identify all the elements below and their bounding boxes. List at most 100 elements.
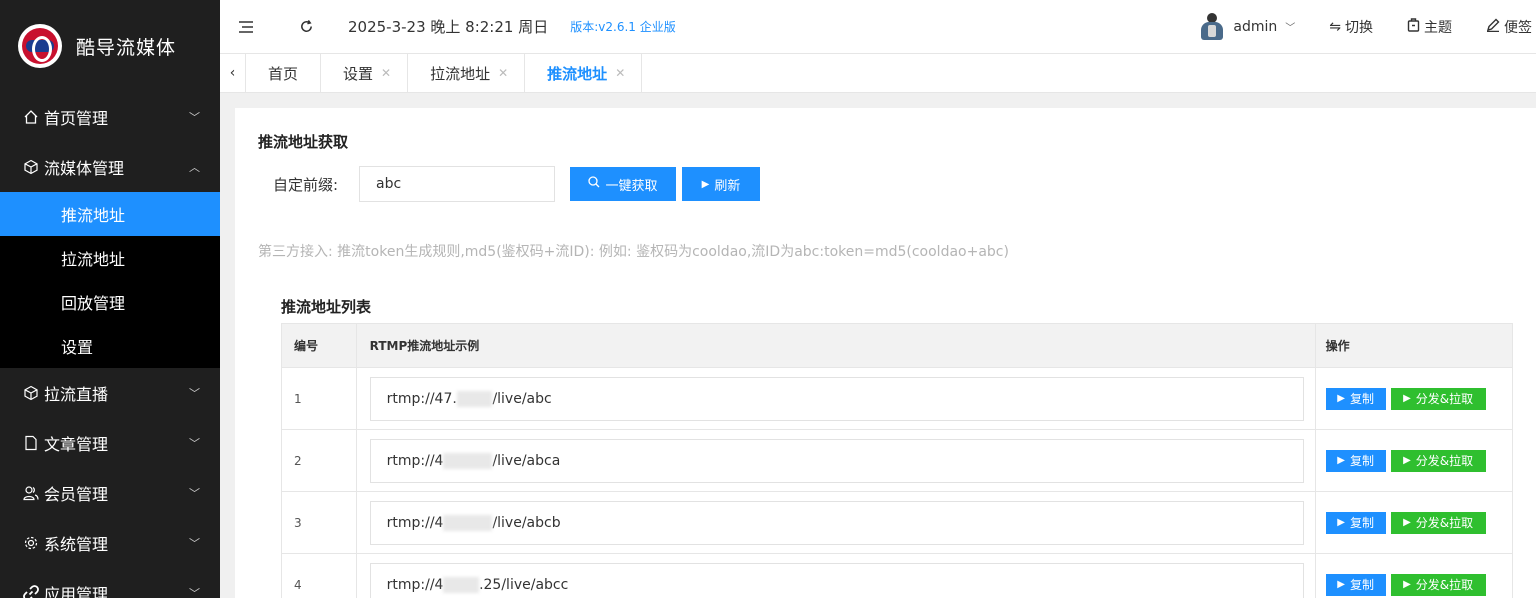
- url-suffix: .25/live/abcc: [479, 576, 569, 593]
- theme-icon: [1407, 17, 1420, 36]
- button-label: 复制: [1349, 454, 1374, 468]
- sidebar-item-apps[interactable]: 应用管理 ﹀: [0, 568, 220, 598]
- cube-icon: [22, 384, 40, 402]
- close-icon[interactable]: ✕: [498, 66, 508, 80]
- chevron-down-icon[interactable]: ﹀: [1285, 19, 1295, 34]
- table-row: 3 rtmp://4 7 1 1 6/live/abcb ▶ 复制 ▶ 分发&拉取: [281, 491, 1514, 554]
- fetch-section-title: 推流地址获取: [258, 133, 349, 151]
- theme-button[interactable]: 主题: [1407, 17, 1452, 37]
- row-number: 3: [281, 491, 357, 554]
- pen-icon: [1486, 18, 1500, 36]
- sidebar-item-label: 会员管理: [44, 485, 109, 504]
- switch-button[interactable]: ⇋ 切换: [1329, 17, 1373, 37]
- button-label: 复制: [1349, 516, 1374, 530]
- url-prefix: rtmp://4: [386, 576, 444, 593]
- user-name[interactable]: admin: [1233, 19, 1277, 35]
- actions-cell: ▶ 复制 ▶ 分发&拉取: [1314, 429, 1514, 492]
- column-header-actions: 操作: [1314, 323, 1514, 368]
- sidebar-item-push-url[interactable]: 推流地址: [0, 192, 220, 236]
- actions-cell: ▶ 复制 ▶ 分发&拉取: [1314, 491, 1514, 554]
- table-row: 1 rtmp://47. 1 1 6/live/abc ▶ 复制 ▶ 分发&拉取: [281, 367, 1514, 430]
- distribute-button[interactable]: ▶ 分发&拉取: [1390, 573, 1486, 596]
- distribute-button[interactable]: ▶ 分发&拉取: [1390, 511, 1486, 534]
- distribute-button[interactable]: ▶ 分发&拉取: [1390, 387, 1486, 410]
- switch-icon: ⇋: [1329, 18, 1341, 35]
- prefix-label: 自定前缀:: [273, 175, 339, 194]
- avatar[interactable]: [1199, 12, 1225, 41]
- tab-home[interactable]: 首页: [246, 54, 322, 92]
- sidebar-item-pull-live[interactable]: 拉流直播 ﹀: [0, 368, 220, 418]
- play-icon: ▶: [701, 178, 710, 190]
- row-number: 1: [281, 367, 357, 430]
- url-suffix: /live/abcb: [492, 514, 561, 531]
- column-header-url: RTMP推流地址示例: [355, 323, 1316, 368]
- url-masked: 7 1 1 6: [443, 514, 493, 531]
- one-click-get-button[interactable]: 一键获取: [570, 167, 676, 201]
- users-icon: [22, 484, 40, 502]
- play-icon: ▶: [1337, 393, 1345, 404]
- push-url-table: 编号 RTMP推流地址示例 操作 1 rtmp://47. 1 1 6/live/…: [281, 323, 1514, 598]
- url-field[interactable]: rtmp://47. 1 1 6/live/abc: [369, 376, 1304, 421]
- row-number: 4: [281, 553, 357, 598]
- tab-pull-url[interactable]: 拉流地址 ✕: [408, 54, 526, 92]
- tab-settings[interactable]: 设置 ✕: [321, 54, 409, 92]
- version-label: 版本:v2.6.1 企业版: [570, 20, 676, 34]
- chevron-down-icon: ﹀: [189, 387, 200, 400]
- sidebar-menu: 首页管理 ﹀ 流媒体管理 ︿ 推流地址 拉流地址 回放管理 设置 拉流直播 ﹀: [0, 92, 220, 598]
- content-card: 推流地址获取 自定前缀: 一键获取 ▶ 刷新 第三方接入: 推流token生成规…: [235, 108, 1536, 598]
- refresh-button[interactable]: ▶ 刷新: [682, 167, 760, 201]
- home-icon: [22, 108, 40, 126]
- sidebar-item-label: 拉流直播: [44, 385, 109, 404]
- button-label: 分发&拉取: [1415, 516, 1474, 530]
- theme-label: 主题: [1424, 19, 1452, 36]
- header-right: admin ﹀ ⇋ 切换 主题 便签: [1199, 0, 1536, 53]
- sidebar-item-system[interactable]: 系统管理 ﹀: [0, 518, 220, 568]
- tab-push-url[interactable]: 推流地址 ✕: [525, 54, 643, 92]
- url-cell: rtmp://4 7 1 1.25/live/abcc: [355, 553, 1316, 598]
- document-icon: [22, 434, 40, 452]
- distribute-button[interactable]: ▶ 分发&拉取: [1390, 449, 1486, 472]
- sidebar-item-streaming[interactable]: 流媒体管理 ︿: [0, 142, 220, 192]
- url-field[interactable]: rtmp://4 7 1 1.25/live/abcc: [369, 562, 1304, 598]
- url-field[interactable]: rtmp://4 7 1 1 6/live/abca: [369, 438, 1304, 483]
- menu-toggle-icon[interactable]: [236, 17, 256, 37]
- url-masked: 1 1 6: [456, 390, 493, 407]
- app-title: 酷导流媒体: [76, 36, 177, 59]
- chevron-down-icon: ﹀: [189, 587, 200, 598]
- sidebar-item-articles[interactable]: 文章管理 ﹀: [0, 418, 220, 468]
- copy-button[interactable]: ▶ 复制: [1325, 573, 1386, 596]
- main-content: 推流地址获取 自定前缀: 一键获取 ▶ 刷新 第三方接入: 推流token生成规…: [220, 93, 1536, 598]
- tab-scroll-left-icon[interactable]: ‹: [220, 54, 246, 92]
- copy-button[interactable]: ▶ 复制: [1325, 511, 1386, 534]
- switch-label: 切换: [1345, 19, 1373, 36]
- tab-label: 设置: [343, 64, 374, 83]
- notes-button[interactable]: 便签: [1486, 17, 1532, 37]
- sidebar-item-playback[interactable]: 回放管理: [0, 280, 220, 324]
- tab-label: 拉流地址: [430, 64, 491, 83]
- chevron-up-icon: ︿: [189, 161, 200, 174]
- play-icon: ▶: [1403, 455, 1411, 466]
- sidebar-item-label: 首页管理: [44, 109, 109, 128]
- url-cell: rtmp://4 7 1 1 6/live/abcb: [355, 491, 1316, 554]
- copy-button[interactable]: ▶ 复制: [1325, 387, 1386, 410]
- sidebar-item-home[interactable]: 首页管理 ﹀: [0, 92, 220, 142]
- sidebar-item-pull-url[interactable]: 拉流地址: [0, 236, 220, 280]
- sidebar-item-members[interactable]: 会员管理 ﹀: [0, 468, 220, 518]
- actions-cell: ▶ 复制 ▶ 分发&拉取: [1314, 553, 1514, 598]
- copy-button[interactable]: ▶ 复制: [1325, 449, 1386, 472]
- sidebar-submenu: 推流地址 拉流地址 回放管理 设置: [0, 192, 220, 368]
- sidebar-item-settings[interactable]: 设置: [0, 324, 220, 368]
- url-cell: rtmp://47. 1 1 6/live/abc: [355, 367, 1316, 430]
- refresh-icon[interactable]: [296, 17, 316, 37]
- button-label: 分发&拉取: [1415, 392, 1474, 406]
- chevron-down-icon: ﹀: [189, 437, 200, 450]
- sidebar-item-label: 文章管理: [44, 435, 109, 454]
- url-field[interactable]: rtmp://4 7 1 1 6/live/abcb: [369, 500, 1304, 545]
- button-label: 一键获取: [605, 178, 658, 194]
- url-prefix: rtmp://47.: [386, 390, 457, 407]
- table-header-row: 编号 RTMP推流地址示例 操作: [281, 323, 1514, 368]
- close-icon[interactable]: ✕: [615, 66, 625, 80]
- notes-label: 便签: [1504, 19, 1532, 36]
- prefix-input[interactable]: [359, 166, 555, 202]
- close-icon[interactable]: ✕: [381, 66, 391, 80]
